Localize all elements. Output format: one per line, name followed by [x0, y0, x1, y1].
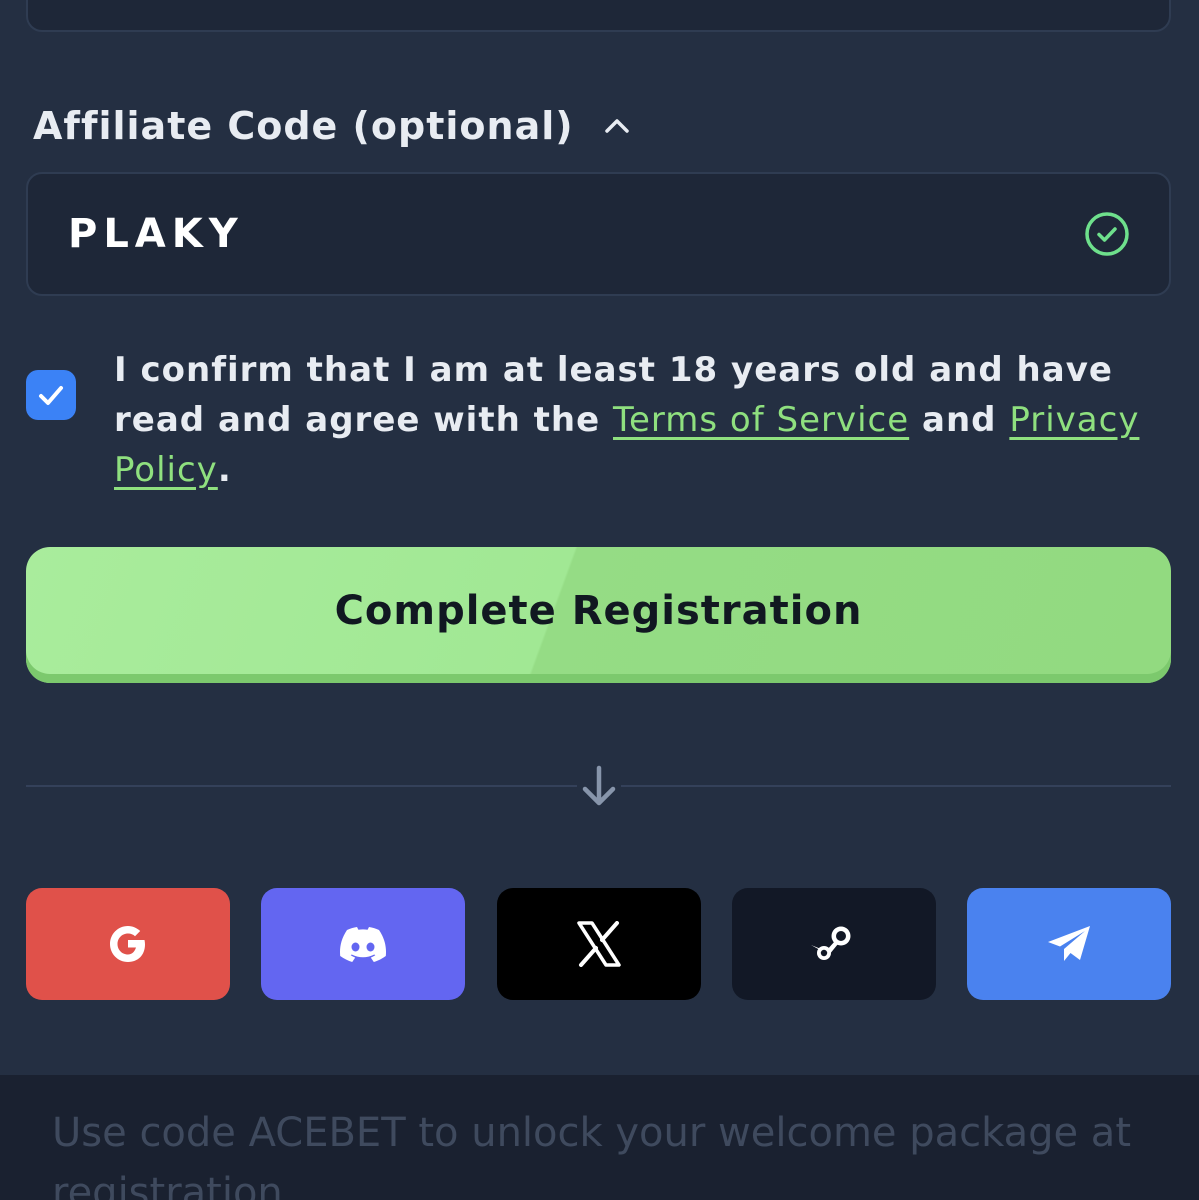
consent-text: I confirm that I am at least 18 years ol…	[114, 350, 1140, 490]
consent-checkbox[interactable]	[26, 370, 76, 420]
affiliate-code-input[interactable]	[68, 211, 1083, 257]
google-login-button[interactable]	[26, 888, 230, 1000]
promo-text: Use code ACEBET to unlock your welcome p…	[52, 1110, 1132, 1200]
affiliate-code-label: Affiliate Code (optional)	[33, 104, 574, 148]
steam-icon	[810, 926, 851, 960]
promo-footer: Use code ACEBET to unlock your welcome p…	[0, 1075, 1199, 1200]
checkmark-icon	[39, 386, 63, 405]
steam-login-button[interactable]	[731, 888, 936, 1000]
google-icon	[110, 926, 145, 962]
x-icon	[576, 921, 621, 967]
age-consent: I confirm that I am at least 18 years ol…	[26, 345, 1171, 495]
complete-registration-label: Complete Registration	[334, 588, 863, 634]
previous-input-field[interactable]	[26, 0, 1171, 32]
telegram-icon	[1048, 926, 1090, 961]
complete-registration-button[interactable]: Complete Registration	[26, 547, 1171, 683]
affiliate-code-field[interactable]	[26, 172, 1171, 296]
check-circle-icon	[1083, 210, 1131, 258]
arrow-down-icon	[577, 762, 621, 810]
chevron-up-icon[interactable]	[602, 111, 632, 141]
discord-login-button[interactable]	[261, 888, 466, 1000]
social-login-row	[26, 888, 1171, 1000]
affiliate-code-toggle[interactable]: Affiliate Code (optional)	[33, 100, 632, 152]
x-login-button[interactable]	[496, 888, 701, 1000]
discord-icon	[340, 927, 387, 962]
telegram-login-button[interactable]	[967, 888, 1171, 1000]
terms-of-service-link[interactable]: Terms of Service	[613, 400, 909, 440]
